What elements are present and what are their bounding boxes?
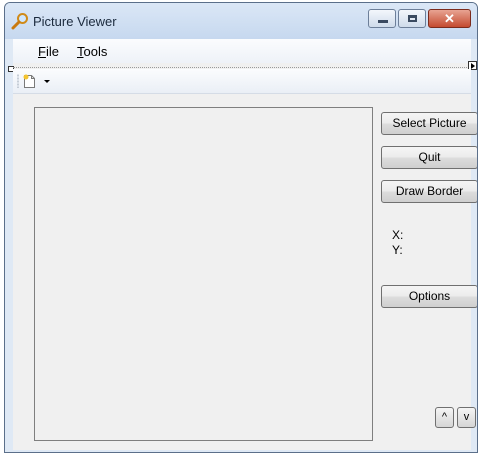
up-button[interactable]: ^ (435, 407, 454, 428)
toolbar (13, 69, 471, 94)
minimize-button[interactable] (368, 9, 396, 28)
grip-icon[interactable] (17, 74, 19, 88)
draw-border-button[interactable]: Draw Border (381, 180, 477, 203)
close-button[interactable]: ✕ (428, 9, 471, 28)
maximize-button[interactable] (398, 9, 426, 28)
down-button[interactable]: v (457, 407, 476, 428)
magnifier-icon (11, 13, 28, 30)
minimize-icon (378, 20, 388, 23)
quit-button[interactable]: Quit (381, 146, 477, 169)
dropdown-arrow-icon[interactable] (41, 75, 53, 87)
client-area: File Tools Select Picture Quit Draw Bord… (8, 39, 477, 450)
options-button[interactable]: Options (381, 285, 477, 308)
new-document-icon[interactable] (23, 74, 36, 89)
menu-tools[interactable]: Tools (77, 44, 107, 59)
x-coordinate-label: X: (392, 228, 404, 242)
close-icon: ✕ (444, 11, 455, 26)
menu-bar: File Tools (13, 39, 471, 63)
y-coordinate-label: Y: (392, 243, 403, 257)
title-bar[interactable]: Picture Viewer ✕ (5, 3, 477, 39)
menu-file[interactable]: File (38, 44, 59, 59)
toolstrip-separator (13, 67, 471, 68)
maximize-icon (408, 15, 417, 22)
window-title: Picture Viewer (33, 14, 117, 29)
select-picture-button[interactable]: Select Picture (381, 112, 477, 135)
main-window: Picture Viewer ✕ File Tools Select Pictu… (4, 2, 478, 453)
picture-box[interactable] (34, 107, 373, 441)
